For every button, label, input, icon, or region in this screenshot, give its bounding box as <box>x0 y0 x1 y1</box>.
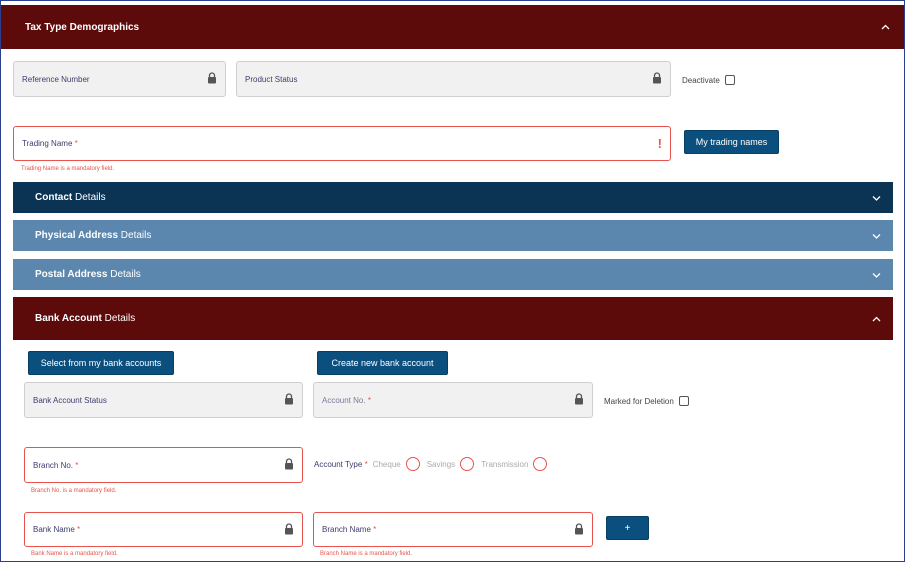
account-type-transmission-label: Transmission <box>481 459 529 469</box>
create-bank-account-button[interactable]: Create new bank account <box>317 351 448 375</box>
product-status-label: Product Status <box>245 74 298 84</box>
marked-for-deletion-checkbox[interactable] <box>678 396 689 406</box>
required-marker: * <box>364 459 368 469</box>
bank-name-error: Bank Name is a mandatory field. <box>31 551 118 557</box>
contact-details-title: Contact Details <box>35 192 106 203</box>
account-type-savings[interactable]: Savings <box>426 457 475 471</box>
deactivate-checkbox[interactable] <box>724 75 735 85</box>
my-trading-names-button[interactable]: My trading names <box>684 130 779 154</box>
marked-for-deletion-label: Marked for Deletion <box>604 396 674 406</box>
account-no-label-text: Account No. <box>322 395 366 405</box>
marked-for-deletion-control: Marked for Deletion <box>604 396 689 406</box>
reference-number-field[interactable]: Reference Number <box>13 61 226 97</box>
branch-name-label-text: Branch Name <box>322 525 371 534</box>
trading-name-label: Trading Name * <box>22 139 78 148</box>
chevron-up-icon[interactable] <box>871 314 881 324</box>
bank-account-details-header[interactable]: Bank Account Details <box>13 297 893 340</box>
account-type-group: Account Type * Cheque Savings Transmissi… <box>314 457 554 471</box>
transmission-radio[interactable] <box>533 457 548 471</box>
branch-no-label: Branch No. * <box>33 461 78 470</box>
physical-address-details-title-rest: Details <box>120 230 152 241</box>
lock-icon <box>284 458 294 472</box>
lock-icon <box>207 72 217 86</box>
savings-radio[interactable] <box>460 457 475 471</box>
branch-no-field[interactable]: Branch No. * <box>24 447 303 483</box>
contact-details-title-rest: Details <box>75 192 106 203</box>
account-type-savings-label: Savings <box>426 459 456 469</box>
app-frame: Tax Type Demographics Reference Number P… <box>0 0 905 562</box>
bank-name-label-text: Bank Name <box>33 525 75 534</box>
trading-name-label-text: Trading Name <box>22 139 73 148</box>
branch-name-label: Branch Name * <box>322 525 376 534</box>
trading-name-error: Trading Name is a mandatory field. <box>21 166 115 172</box>
required-marker: * <box>75 460 79 470</box>
bank-account-details-title-bold: Bank Account <box>35 313 102 324</box>
tax-type-demographics-header[interactable]: Tax Type Demographics <box>1 5 904 49</box>
lock-icon <box>652 72 662 86</box>
account-type-cheque[interactable]: Cheque <box>373 457 420 471</box>
reference-number-label: Reference Number <box>22 74 90 84</box>
contact-details-title-bold: Contact <box>35 192 73 203</box>
error-icon: ! <box>657 136 662 151</box>
branch-no-label-text: Branch No. <box>33 460 74 470</box>
branch-no-error: Branch No. is a mandatory field. <box>31 488 117 494</box>
account-type-label: Account Type * <box>314 460 368 469</box>
chevron-up-icon[interactable] <box>880 22 890 32</box>
select-bank-accounts-button[interactable]: Select from my bank accounts <box>28 351 174 375</box>
bank-account-details-title-rest: Details <box>104 313 136 324</box>
lock-icon <box>284 393 294 407</box>
trading-name-field[interactable]: Trading Name * ! <box>13 126 671 161</box>
bank-account-status-field[interactable]: Bank Account Status <box>24 382 303 418</box>
contact-details-header[interactable]: Contact Details <box>13 182 893 213</box>
account-type-transmission[interactable]: Transmission <box>481 457 548 471</box>
postal-address-details-title-bold: Postal Address <box>35 269 108 280</box>
physical-address-details-title: Physical Address Details <box>35 230 151 241</box>
cheque-radio[interactable] <box>405 457 420 471</box>
required-marker: * <box>367 395 371 405</box>
account-type-label-text: Account Type <box>314 459 363 469</box>
lock-icon <box>284 522 294 537</box>
bank-account-status-label: Bank Account Status <box>33 395 107 405</box>
bank-name-label: Bank Name * <box>33 525 80 534</box>
postal-address-details-title-rest: Details <box>110 269 141 280</box>
branch-name-field[interactable]: Branch Name * <box>313 512 593 547</box>
chevron-down-icon[interactable] <box>871 231 881 241</box>
postal-address-details-header[interactable]: Postal Address Details <box>13 259 893 290</box>
required-marker: * <box>77 525 81 534</box>
lock-icon <box>574 522 584 537</box>
add-button[interactable]: + <box>606 516 649 540</box>
required-marker: * <box>74 139 78 148</box>
chevron-down-icon[interactable] <box>871 270 881 280</box>
account-type-cheque-label: Cheque <box>372 459 401 469</box>
tax-type-demographics-title: Tax Type Demographics <box>25 21 140 33</box>
product-status-field[interactable]: Product Status <box>236 61 671 97</box>
deactivate-label: Deactivate <box>682 75 720 85</box>
required-marker: * <box>373 525 377 534</box>
lock-icon <box>574 393 584 407</box>
bank-name-field[interactable]: Bank Name * <box>24 512 303 547</box>
account-no-label: Account No. * <box>322 396 371 405</box>
branch-name-error: Branch Name is a mandatory field. <box>320 551 413 557</box>
chevron-down-icon[interactable] <box>871 193 881 203</box>
physical-address-details-title-bold: Physical Address <box>35 230 119 241</box>
postal-address-details-title: Postal Address Details <box>35 269 141 280</box>
physical-address-details-header[interactable]: Physical Address Details <box>13 220 893 251</box>
deactivate-control: Deactivate <box>682 75 735 85</box>
account-no-field[interactable]: Account No. * <box>313 382 593 418</box>
bank-account-details-title: Bank Account Details <box>35 313 135 324</box>
